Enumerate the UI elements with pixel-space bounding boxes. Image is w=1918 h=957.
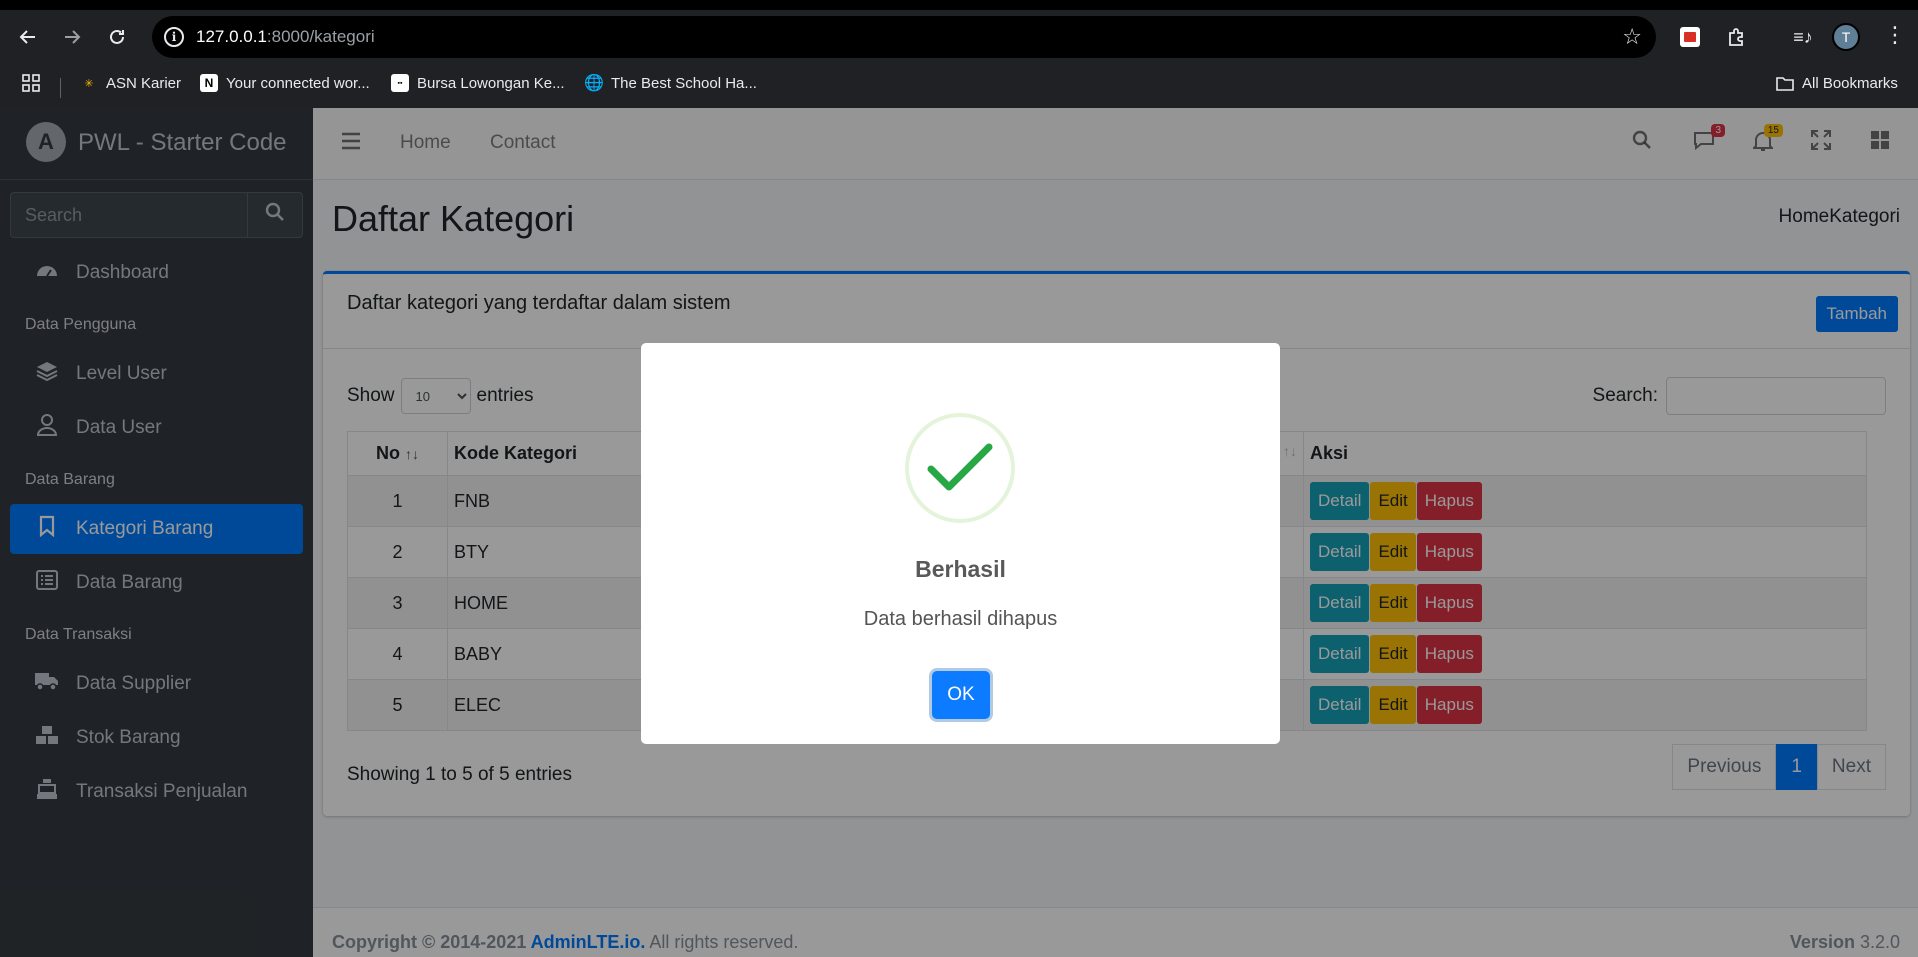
reload-icon[interactable] (102, 22, 132, 52)
all-bookmarks[interactable]: All Bookmarks (1776, 74, 1898, 92)
success-check-icon (905, 413, 1015, 523)
dialog-title: Berhasil (915, 556, 1006, 582)
folder-icon (1776, 74, 1794, 92)
apps-grid-icon[interactable] (22, 74, 40, 92)
bursa-logo-icon: ▪▪ (391, 74, 409, 92)
browser-chrome: i 127.0.0.1:8000/kategori ☆ ≡♪ T ⋮ ✳ ASN… (0, 0, 1918, 108)
bookmark-star-icon[interactable]: ☆ (1622, 24, 1642, 50)
extensions-puzzle-icon[interactable] (1723, 24, 1749, 50)
dialog-message: Data berhasil dihapus (863, 608, 1058, 630)
address-bar[interactable]: i 127.0.0.1:8000/kategori ☆ (152, 16, 1656, 58)
tab-strip (0, 0, 1918, 10)
bookmark-bursa-lowongan[interactable]: ▪▪ Bursa Lowongan Ke... (391, 74, 565, 92)
success-dialog: Berhasil Data berhasil dihapus OK (641, 343, 1280, 744)
url-text: 127.0.0.1:8000/kategori (196, 27, 375, 46)
globe-icon: 🌐 (584, 75, 604, 92)
star-burst-icon: ✳ (84, 77, 94, 90)
media-control-icon[interactable]: ≡♪ (1790, 24, 1816, 50)
notion-icon: N (200, 74, 218, 92)
bookmark-asn-karier[interactable]: ✳ ASN Karier (80, 74, 181, 92)
forward-icon[interactable] (57, 22, 87, 52)
bookmarks-bar: ✳ ASN Karier N Your connected wor... ▪▪ … (0, 66, 1918, 108)
site-info-icon[interactable]: i (164, 27, 184, 47)
profile-avatar[interactable]: T (1832, 23, 1860, 51)
bookmarks-separator (60, 78, 61, 98)
ok-button[interactable]: OK (932, 671, 990, 719)
bookmark-notion[interactable]: N Your connected wor... (200, 74, 370, 92)
back-icon[interactable] (13, 22, 43, 52)
extension-icon[interactable] (1680, 27, 1700, 47)
bookmark-best-school[interactable]: 🌐 The Best School Ha... (584, 74, 757, 93)
browser-menu-icon[interactable]: ⋮ (1884, 22, 1906, 48)
